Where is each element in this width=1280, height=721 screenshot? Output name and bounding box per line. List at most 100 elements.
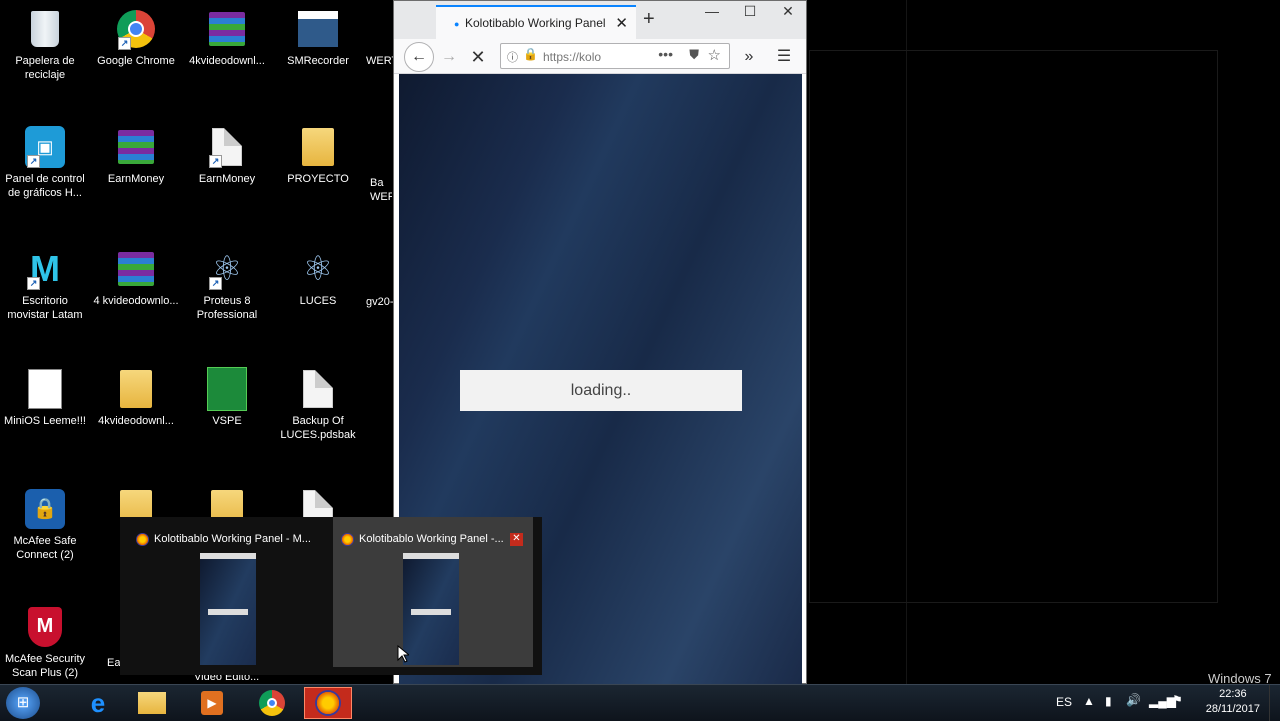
- site-info-icon[interactable]: ⓘ: [507, 49, 518, 65]
- thumbnail-window-2[interactable]: Kolotibablo Working Panel -... ✕: [333, 517, 533, 667]
- recycle-bin-icon: [31, 11, 59, 47]
- desktop-icon-earnmoney-rar[interactable]: EarnMoney: [91, 126, 181, 186]
- winrar-icon: [118, 252, 154, 286]
- desktop-icon-label-partial: Ba WER: [370, 177, 392, 203]
- overflow-chevron-icon[interactable]: »: [736, 44, 762, 70]
- tab-kolotibablo[interactable]: ● Kolotibablo Working Panel ✕: [436, 5, 636, 39]
- thumbnail-title: Kolotibablo Working Panel -...: [359, 533, 504, 545]
- chrome-icon: [259, 690, 285, 716]
- background-window-frame: [809, 50, 1218, 603]
- desktop-icon-label: EarnMoney: [198, 173, 256, 185]
- firefox-icon: [341, 533, 354, 546]
- desktop-icon-proteus[interactable]: ⚛ ↗ Proteus 8 Professional: [182, 248, 272, 322]
- desktop-icon-chrome[interactable]: ↗ Google Chrome: [91, 8, 181, 68]
- file-explorer-icon: [138, 692, 166, 714]
- desktop-icon-label: Proteus 8 Professional: [196, 295, 258, 321]
- desktop-icon-earnmoney-doc[interactable]: ↗ EarnMoney: [182, 126, 272, 186]
- navigation-bar: ← → ✕ ⓘ 🔒 https://kolo ••• ⛊ ☆ » ☰: [394, 39, 806, 74]
- desktop-icon-mcafee-scan[interactable]: M McAfee Security Scan Plus (2): [0, 606, 90, 680]
- desktop-icon-4kvideo-rar[interactable]: 4 kvideodownlo...: [91, 248, 181, 308]
- proteus-icon: ⚛: [302, 250, 334, 288]
- forward-button[interactable]: →: [436, 44, 462, 70]
- desktop-icon-4kvideo-folder[interactable]: 4kvideodownl...: [91, 368, 181, 428]
- back-button[interactable]: ←: [404, 42, 434, 72]
- folder-icon: [120, 370, 152, 408]
- desktop-icon-label-partial: gv20-: [366, 296, 394, 308]
- desktop-icon-minios[interactable]: MiniOS Leeme!!!: [0, 368, 90, 428]
- thumbnail-window-1[interactable]: Kolotibablo Working Panel - M...: [120, 517, 320, 667]
- desktop-icon-label: 4kvideodownl...: [189, 55, 265, 67]
- new-tab-button[interactable]: +: [643, 8, 655, 31]
- clapperboard-icon: [298, 11, 338, 47]
- desktop-icon-label: Escritorio movistar Latam: [7, 295, 83, 321]
- desktop-icon-intel-panel[interactable]: ▣ ↗ Panel de control de gráficos H...: [0, 126, 90, 200]
- loading-dot-icon: ●: [454, 19, 460, 29]
- desktop-icon-label: 4kvideodownl...: [98, 415, 174, 427]
- pocket-icon[interactable]: ⛊: [689, 47, 699, 63]
- desktop-icon-label: Papelera de reciclaje: [15, 55, 75, 81]
- clock-date: 28/11/2017: [1205, 703, 1260, 715]
- desktop-icon-label: PROYECTO: [287, 173, 349, 185]
- hamburger-menu-icon[interactable]: ☰: [771, 44, 797, 70]
- stop-loading-button[interactable]: ✕: [465, 44, 491, 70]
- taskbar-thumbnail-popup: Kolotibablo Working Panel - M... Kolotib…: [120, 517, 542, 675]
- mouse-cursor-icon: [397, 645, 409, 663]
- notepad-icon: [28, 369, 62, 409]
- shortcut-arrow-icon: ↗: [27, 277, 40, 290]
- volume-icon[interactable]: 🔊: [1126, 693, 1141, 707]
- show-hidden-icons-icon[interactable]: ▲: [1083, 694, 1095, 708]
- battery-icon[interactable]: ▮: [1105, 694, 1112, 708]
- taskbar-firefox[interactable]: [304, 687, 352, 719]
- desktop-icon-movistar[interactable]: M ↗ Escritorio movistar Latam: [0, 248, 90, 322]
- desktop-icon-mcafee-safe-connect[interactable]: 🔒 McAfee Safe Connect (2): [0, 488, 90, 562]
- desktop-icon-proyecto[interactable]: PROYECTO: [273, 126, 363, 186]
- winrar-icon: [209, 12, 245, 46]
- desktop-icon-label: Google Chrome: [97, 55, 175, 67]
- thumbnail-preview: [200, 553, 256, 665]
- taskbar-chrome[interactable]: [248, 687, 296, 719]
- language-indicator[interactable]: ES: [1056, 695, 1072, 709]
- desktop-icon-4kvideo-rar-top[interactable]: 4kvideodownl...: [182, 8, 272, 68]
- page-actions-icon[interactable]: •••: [658, 46, 673, 62]
- tab-bar: ● Kolotibablo Working Panel ✕ + — ☐ ✕: [394, 1, 806, 39]
- close-thumbnail-icon[interactable]: ✕: [510, 533, 523, 546]
- show-desktop-button[interactable]: [1269, 685, 1280, 721]
- taskbar-media-player[interactable]: ▶: [188, 687, 236, 719]
- minimize-button[interactable]: —: [694, 3, 730, 19]
- desktop-icon-smrecorder[interactable]: SMRecorder: [273, 8, 363, 68]
- desktop-icon-label: Backup Of LUCES.pdsbak: [280, 415, 356, 441]
- desktop-icon-label: 4 kvideodownlo...: [93, 295, 179, 307]
- bookmark-star-icon[interactable]: ☆: [708, 46, 721, 64]
- desktop-icon-recycle-bin[interactable]: Papelera de reciclaje: [0, 8, 90, 82]
- thumbnail-preview: [403, 553, 459, 665]
- thumbnail-title: Kolotibablo Working Panel - M...: [154, 533, 311, 545]
- taskbar: ⊞ e ▶ ES ▲ ▮ 🔊 ▂▄▆ ⚑ 22:36 28/11/2017: [0, 684, 1280, 721]
- taskbar-explorer[interactable]: [128, 687, 176, 719]
- firefox-icon: [315, 690, 341, 716]
- desktop-icon-label: MiniOS Leeme!!!: [4, 415, 86, 427]
- desktop-icon-backup-luces[interactable]: Backup Of LUCES.pdsbak: [273, 368, 363, 442]
- media-player-icon: ▶: [201, 691, 223, 715]
- desktop-icon-luces[interactable]: ⚛ LUCES: [273, 248, 363, 308]
- close-tab-icon[interactable]: ✕: [615, 14, 628, 32]
- shortcut-arrow-icon: ↗: [118, 37, 131, 50]
- action-center-flag-icon[interactable]: ⚑: [1172, 693, 1183, 707]
- folder-icon: [302, 128, 334, 166]
- firefox-icon: [136, 533, 149, 546]
- blank-document-icon: [303, 370, 333, 408]
- taskbar-ie[interactable]: e: [74, 687, 122, 719]
- close-window-button[interactable]: ✕: [770, 3, 806, 20]
- winrar-icon: [118, 130, 154, 164]
- tab-title: Kolotibablo Working Panel: [465, 16, 606, 30]
- shortcut-arrow-icon: ↗: [209, 155, 222, 168]
- desktop-icon-label: Panel de control de gráficos H...: [5, 173, 85, 199]
- maximize-button[interactable]: ☐: [732, 3, 768, 20]
- url-bar[interactable]: ⓘ 🔒 https://kolo ••• ⛊ ☆: [500, 43, 730, 69]
- system-clock[interactable]: 22:36 28/11/2017: [1206, 687, 1260, 717]
- internet-explorer-icon: e: [90, 687, 106, 718]
- desktop-icon-vspe[interactable]: VSPE: [182, 367, 272, 428]
- shortcut-arrow-icon: ↗: [27, 155, 40, 168]
- start-button[interactable]: ⊞: [6, 687, 40, 719]
- desktop-icon-label: McAfee Security Scan Plus (2): [4, 653, 86, 679]
- url-text: https://kolo: [543, 50, 602, 64]
